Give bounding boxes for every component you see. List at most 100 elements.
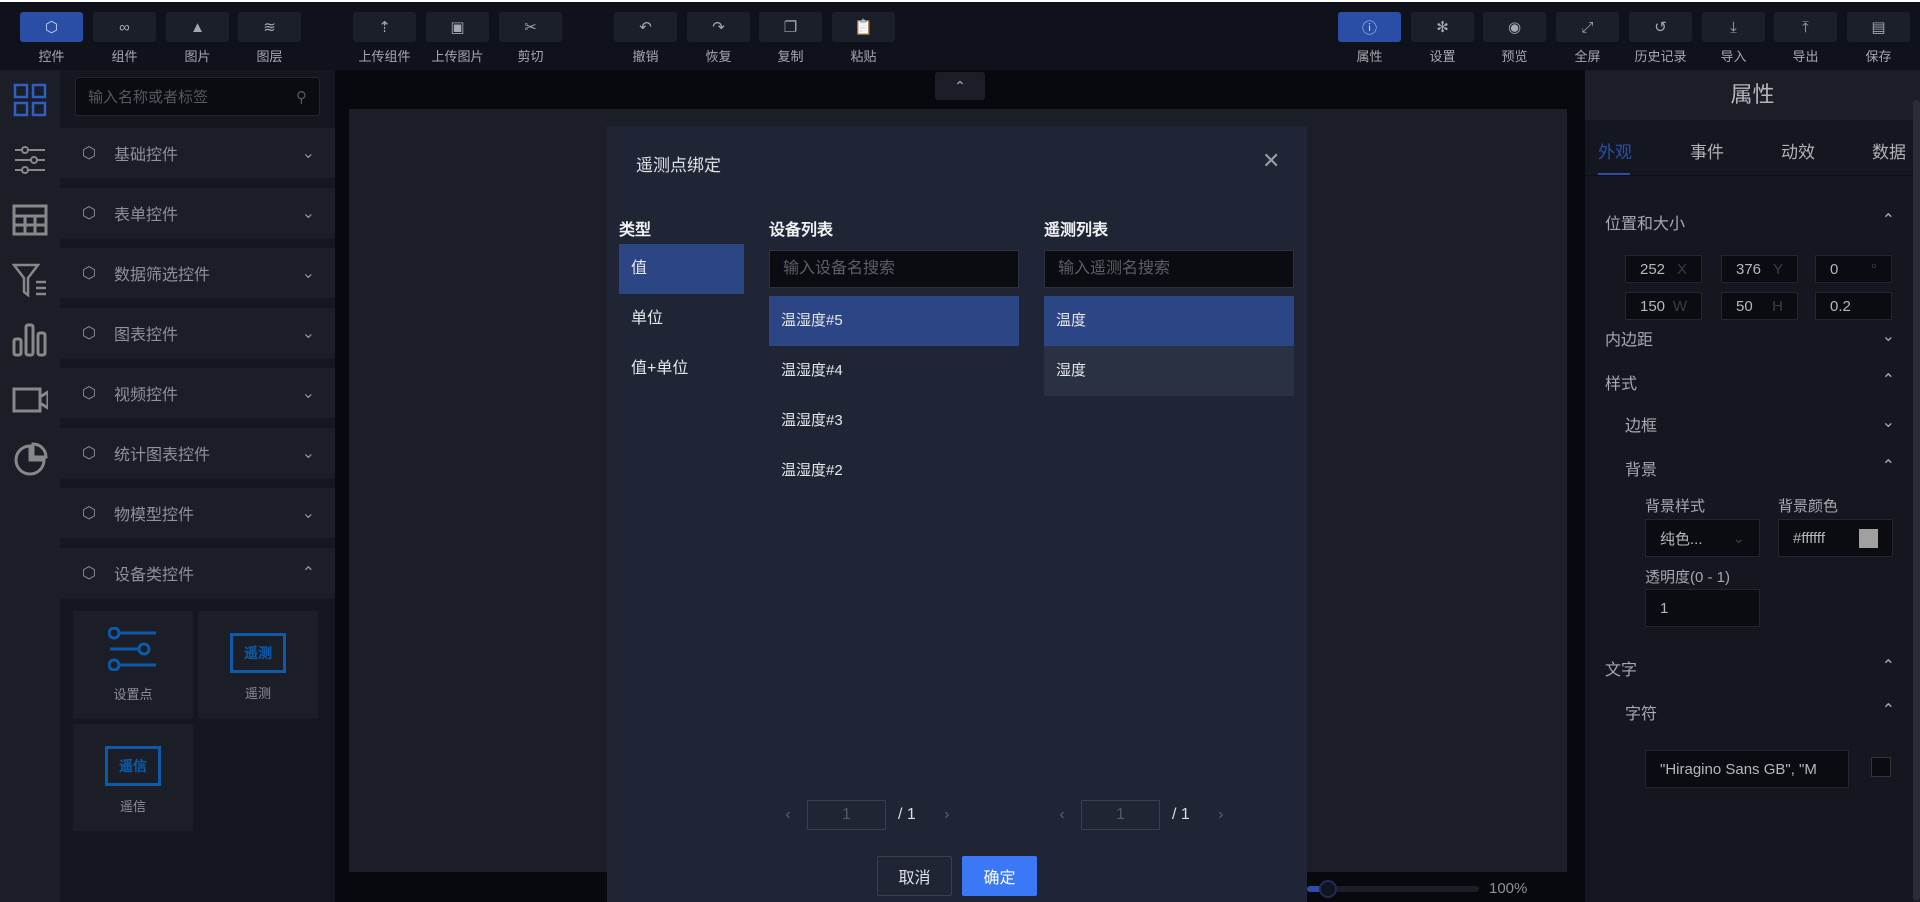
toolbar-button-link[interactable]: ∞ 组件 [93,12,156,65]
cancel-button[interactable]: 取消 [877,856,952,896]
font-family-input[interactable]: "Hiragino Sans GB", "M [1645,750,1849,788]
scrollbar[interactable] [1913,70,1920,902]
toolbar-button-paste[interactable]: 📋 粘贴 [832,12,895,65]
component-search-input[interactable]: 输入名称或者标签 ⚲ [75,77,320,116]
toolbar-button-save[interactable]: ▤ 保存 [1847,12,1910,65]
section-background[interactable]: 背景 ⌃ [1625,456,1895,480]
filter-icon[interactable] [12,262,48,298]
category-header[interactable]: ⬡ 基础控件 ⌄ [60,128,335,178]
rotation-input[interactable]: 0 ° [1815,255,1892,283]
telemetry-search-input[interactable]: 输入遥测名搜索 [1044,250,1294,288]
width-input[interactable]: 150 W [1625,292,1702,320]
eye-icon: ◉ [1483,12,1546,42]
telemetry-item[interactable]: 湿度 [1044,346,1294,396]
bar-chart-icon[interactable] [12,322,48,358]
tab-data[interactable]: 数据 [1872,138,1906,163]
toolbar-button-cut[interactable]: ✂ 剪切 [499,12,562,65]
toolbar-button-eye[interactable]: ◉ 预览 [1483,12,1546,65]
bg-color-input[interactable]: #ffffff [1778,519,1893,557]
export-icon: ⤒ [1774,12,1837,42]
device-search-input[interactable]: 输入设备名搜索 [769,250,1019,288]
save-icon: ▤ [1847,12,1910,42]
font-color-swatch[interactable] [1871,757,1891,777]
telemetry-binding-dialog: 遥测点绑定 ✕ 类型 值 单位 值+单位 设备列表 输入设备名搜索 温湿度#5 … [607,126,1307,902]
type-option-unit[interactable]: 单位 [619,294,744,344]
height-input[interactable]: 50 H [1721,292,1798,320]
tile-telemetry[interactable]: 遥测 遥测 [198,611,318,718]
device-item[interactable]: 温湿度#2 [769,446,1019,496]
cube-icon: ⬡ [82,265,96,282]
toolbar-button-undo[interactable]: ↶ 撤销 [614,12,677,65]
grid-icon[interactable] [12,82,48,118]
category-header[interactable]: ⬡ 图表控件 ⌄ [60,308,335,358]
video-camera-icon[interactable] [12,382,48,418]
confirm-button[interactable]: 确定 [962,856,1037,896]
top-toolbar: ⬡ 控件 ∞ 组件 ▲ 图片 ≋ 图层 ⇡ 上传组件 ▣ 上传图片 ✂ 剪切 ↶ 撤销 ↷ 恢复 ❐ 复制 📋 粘贴 ⓘ 属性… [0,0,1920,70]
toolbar-button-gear[interactable]: ✻ 设置 [1411,12,1474,65]
device-item[interactable]: 温湿度#3 [769,396,1019,446]
tab-appearance[interactable]: 外观 [1598,138,1632,163]
radius-input[interactable]: 0.2 [1815,292,1892,320]
type-option-value[interactable]: 值 [619,244,744,294]
next-page-icon[interactable]: › [1206,806,1236,824]
sliders-icon[interactable] [12,142,48,178]
toolbar-button-upload-image[interactable]: ▣ 上传图片 [426,12,489,65]
zoom-slider-handle[interactable] [1318,879,1337,898]
toolbar-button-layers[interactable]: ≋ 图层 [238,12,301,65]
next-page-icon[interactable]: › [932,806,962,824]
page-input[interactable]: 1 [1081,800,1160,830]
collapse-toolbar-button[interactable]: ⌃ [935,72,985,100]
toolbar-button-label: 复制 [777,49,804,64]
category-header[interactable]: ⬡ 表单控件 ⌄ [60,188,335,238]
category-header[interactable]: ⬡ 物模型控件 ⌄ [60,488,335,538]
tab-events[interactable]: 事件 [1690,138,1724,163]
toolbar-button-history[interactable]: ↺ 历史记录 [1629,12,1692,65]
tile-telesignal[interactable]: 遥信 遥信 [73,724,193,831]
zoom-slider[interactable] [1307,879,1479,898]
toolbar-button-redo[interactable]: ↷ 恢复 [687,12,750,65]
prev-page-icon[interactable]: ‹ [773,806,803,824]
category-header[interactable]: ⬡ 数据筛选控件 ⌄ [60,248,335,298]
section-padding[interactable]: 内边距 ⌄ [1605,326,1895,350]
tab-animation[interactable]: 动效 [1781,138,1815,163]
category-header[interactable]: ⬡ 统计图表控件 ⌄ [60,428,335,478]
toolbar-button-label: 撤销 [632,49,659,64]
section-border[interactable]: 边框 ⌄ [1625,412,1895,436]
chevron-down-icon: ⌄ [301,505,315,522]
section-style[interactable]: 样式 ⌃ [1605,370,1895,394]
toolbar-button-export[interactable]: ⤒ 导出 [1774,12,1837,65]
toolbar-button-cube[interactable]: ⬡ 控件 [20,12,83,65]
upload-component-icon: ⇡ [353,12,416,42]
toolbar-button-fullscreen[interactable]: ⤢ 全屏 [1556,12,1619,65]
color-swatch[interactable] [1859,528,1878,548]
chevron-down-icon: ⌄ [1732,530,1745,547]
category-header[interactable]: ⬡ 视频控件 ⌄ [60,368,335,418]
page-input[interactable]: 1 [807,800,886,830]
table-icon[interactable] [12,202,48,238]
section-font[interactable]: 字符 ⌃ [1625,700,1895,724]
section-position-size[interactable]: 位置和大小 ⌃ [1605,210,1895,234]
x-input[interactable]: 252 X [1625,255,1702,283]
bg-style-select[interactable]: 纯色... ⌄ [1645,519,1760,557]
toolbar-button-copy[interactable]: ❐ 复制 [759,12,822,65]
device-item[interactable]: 温湿度#4 [769,346,1019,396]
type-option-value-unit[interactable]: 值+单位 [619,344,744,394]
category-label: 数据筛选控件 [113,267,210,284]
upload-image-icon: ▣ [426,12,489,42]
toolbar-button-image[interactable]: ▲ 图片 [166,12,229,65]
chevron-down-icon: ⌄ [1881,328,1895,345]
prev-page-icon[interactable]: ‹ [1047,806,1077,824]
opacity-input[interactable]: 1 [1645,589,1760,627]
section-text[interactable]: 文字 ⌃ [1605,656,1895,680]
y-input[interactable]: 376 Y [1721,255,1798,283]
toolbar-button-upload-component[interactable]: ⇡ 上传组件 [353,12,416,65]
device-item[interactable]: 温湿度#5 [769,296,1019,346]
pie-chart-icon[interactable] [12,442,48,478]
toolbar-button-info[interactable]: ⓘ 属性 [1338,12,1401,65]
category-header[interactable]: ⬡ 设备类控件 ⌃ [60,548,335,598]
tile-setpoint[interactable]: 设置点 [73,611,193,718]
toolbar-button-import[interactable]: ⤓ 导入 [1702,12,1765,65]
close-icon[interactable]: ✕ [1262,148,1280,174]
image-icon: ▲ [166,12,229,42]
telemetry-item[interactable]: 温度 [1044,296,1294,346]
